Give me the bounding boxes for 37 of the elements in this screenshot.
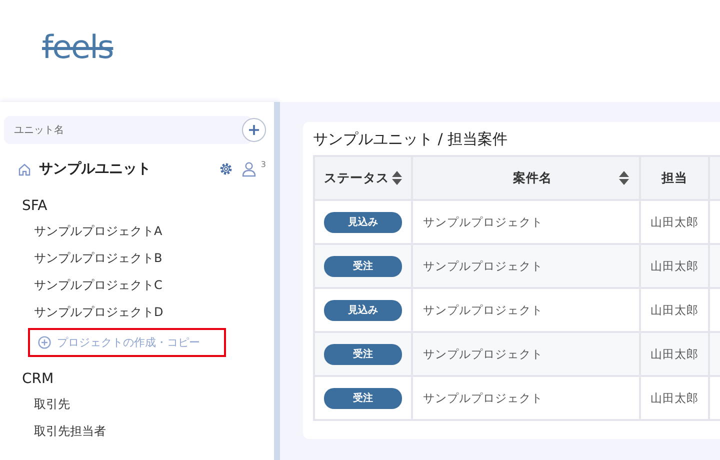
unit-name[interactable]: サンプルユニット xyxy=(39,160,211,178)
settings-icon[interactable] xyxy=(218,162,233,176)
panel-title: サンプルユニット / 担当案件 xyxy=(313,130,509,149)
home-icon xyxy=(18,162,31,176)
table-cell: サンプルプロジェクト xyxy=(423,258,543,272)
table-cell: 山田太郎 xyxy=(650,390,698,404)
column-header[interactable]: ステータス xyxy=(314,156,412,200)
table-cell: サンプルプロジェクト xyxy=(423,390,543,404)
column-header: 担当 xyxy=(640,156,709,200)
column-header[interactable]: 案件名 xyxy=(412,156,640,200)
status-badge: 受注 xyxy=(324,344,402,364)
section-title: SFA xyxy=(22,198,48,214)
user-icon[interactable] xyxy=(240,161,257,177)
status-badge: 見込み xyxy=(324,212,402,232)
table-cell: 山田太郎 xyxy=(650,214,698,228)
logo: feels xyxy=(42,28,114,66)
status-badge: 受注 xyxy=(324,256,402,276)
sidebar-item[interactable]: サンプルプロジェクトC xyxy=(34,278,162,292)
table-cell: 山田太郎 xyxy=(650,346,698,360)
status-badge: 受注 xyxy=(324,388,402,408)
sidebar-item[interactable]: サンプルプロジェクトB xyxy=(34,251,162,265)
sort-icon[interactable] xyxy=(619,171,629,185)
status-badge: 見込み xyxy=(324,300,402,320)
add-icon xyxy=(38,336,51,349)
member-count: 3 xyxy=(260,160,266,169)
table-cell: 山田太郎 xyxy=(650,302,698,316)
sidebar-item[interactable]: 取引先担当者 xyxy=(34,424,106,438)
table-cell: サンプルプロジェクト xyxy=(423,214,543,228)
sidebar-item[interactable]: サンプルプロジェクトD xyxy=(34,305,164,319)
sidebar-item[interactable]: サンプルプロジェクトA xyxy=(34,224,162,238)
table-cell: 山田太郎 xyxy=(650,258,698,272)
sort-icon[interactable] xyxy=(392,171,402,185)
table-cell: サンプルプロジェクト xyxy=(423,346,543,360)
sidebar-item[interactable]: 取引先 xyxy=(34,397,70,411)
section-title: CRM xyxy=(22,371,55,387)
table-cell: サンプルプロジェクト xyxy=(423,302,543,316)
unit-search-field[interactable]: ユニット名 xyxy=(4,116,252,144)
